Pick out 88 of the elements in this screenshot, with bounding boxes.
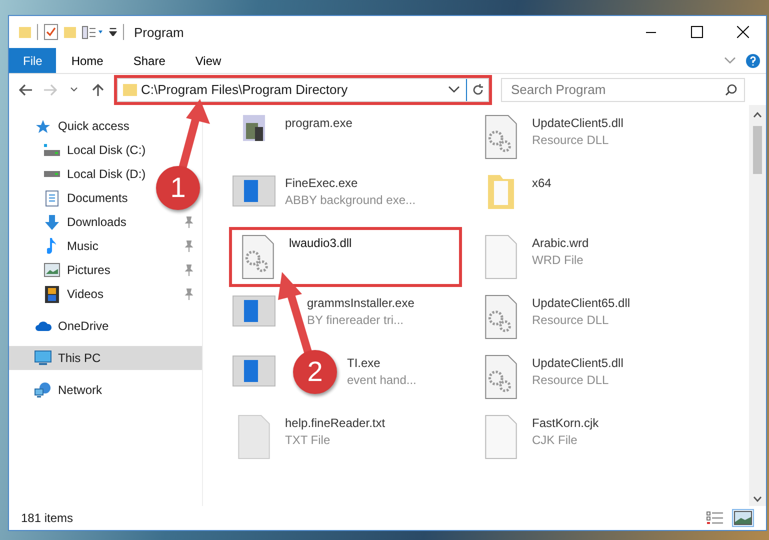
close-icon xyxy=(737,26,749,38)
file-type: Resource DLL xyxy=(532,313,610,327)
details-view-button[interactable] xyxy=(704,509,726,527)
file-menu-tab[interactable]: File xyxy=(9,48,56,73)
folder-icon xyxy=(488,175,514,209)
sidebar-item[interactable]: Pictures xyxy=(9,258,118,282)
file-icon xyxy=(485,235,517,279)
help-icon[interactable] xyxy=(746,54,760,68)
gears-file-icon xyxy=(485,295,517,339)
forward-arrow-icon xyxy=(43,84,57,96)
file-type: Resource DLL xyxy=(532,373,610,387)
sidebar-item[interactable]: Quick access xyxy=(9,114,202,138)
file-name[interactable]: Arabic.wrd xyxy=(532,236,589,250)
network-icon xyxy=(34,382,52,398)
file-name[interactable]: TI.exe xyxy=(347,356,416,370)
search-icon[interactable] xyxy=(725,84,737,96)
item-count: 181 items xyxy=(21,511,74,525)
sidebar-item[interactable]: Local Disk (D:) xyxy=(9,162,154,186)
file-name[interactable]: UpdateClient5.dll xyxy=(532,356,624,370)
pin-icon[interactable] xyxy=(184,216,194,228)
sidebar-item[interactable]: Local Disk (C:) xyxy=(9,138,154,162)
window-icon xyxy=(232,295,276,327)
file-type: Resource DLL xyxy=(532,133,610,147)
large-icons-view-button[interactable] xyxy=(732,509,754,527)
file-name[interactable]: UpdateClient65.dll xyxy=(532,296,630,310)
file-name[interactable]: FineExec.exe xyxy=(285,176,416,190)
sidebar-item[interactable]: Downloads xyxy=(9,210,134,234)
star-icon xyxy=(36,120,50,132)
properties-icon[interactable] xyxy=(82,26,103,38)
gears-file-icon xyxy=(485,355,517,399)
refresh-icon xyxy=(472,84,484,96)
checkmark-icon[interactable] xyxy=(44,24,58,40)
sidebar-item[interactable]: Network xyxy=(9,378,202,402)
down-arrow-icon xyxy=(45,214,59,230)
landscape-icon xyxy=(734,511,752,525)
sidebar-item[interactable]: Videos xyxy=(9,282,112,306)
pin-icon[interactable] xyxy=(184,264,194,276)
file-type: CJK File xyxy=(532,433,578,447)
search-field[interactable]: Search Program xyxy=(501,78,745,102)
file-type: ABBY background exe... xyxy=(285,193,416,207)
file-name[interactable]: lwaudio3.dll xyxy=(289,236,352,250)
scrollbar[interactable] xyxy=(749,105,766,506)
installer-icon xyxy=(243,115,265,141)
sidebar-item[interactable]: This PC xyxy=(9,346,202,370)
pin-icon[interactable] xyxy=(184,240,194,252)
drive-icon xyxy=(44,171,60,177)
file-type: TXT File xyxy=(285,433,332,447)
sidebar-item[interactable]: Music xyxy=(9,234,106,258)
monitor-icon xyxy=(34,350,52,366)
chevron-down-icon[interactable] xyxy=(448,86,460,93)
text-file-icon xyxy=(238,415,270,459)
drive-icon xyxy=(44,144,60,156)
sidebar-item[interactable]: OneDrive xyxy=(9,314,202,338)
gears-file-icon xyxy=(242,235,274,279)
film-icon xyxy=(45,286,59,302)
dropdown-icon[interactable] xyxy=(109,28,117,36)
window-title: Program xyxy=(134,24,184,40)
file-name[interactable]: FastKorn.cjk xyxy=(532,416,599,430)
file-name[interactable]: help.fineReader.txt xyxy=(285,416,386,430)
file-type: event hand... xyxy=(347,373,416,387)
picture-icon xyxy=(44,263,60,277)
music-note-icon xyxy=(47,238,57,254)
ribbon-tab[interactable]: View xyxy=(180,48,236,73)
ribbon-tab[interactable]: Home xyxy=(56,48,118,73)
chevron-up-icon xyxy=(753,112,762,118)
ribbon-tab[interactable]: Share xyxy=(118,48,180,73)
scroll-thumb[interactable] xyxy=(753,126,762,174)
file-name[interactable]: x64 xyxy=(532,176,552,190)
file-type: WRD File xyxy=(532,253,584,267)
gears-file-icon xyxy=(485,115,517,159)
file-name[interactable]: program.exe xyxy=(285,116,352,130)
back-arrow-icon xyxy=(19,84,33,96)
list-icon xyxy=(706,511,724,525)
folder-icon xyxy=(123,84,137,96)
pin-icon[interactable] xyxy=(184,288,194,300)
window-icon xyxy=(232,355,276,387)
document-icon xyxy=(45,190,59,206)
file-name[interactable]: UpdateClient5.dll xyxy=(532,116,624,130)
chevron-down-icon xyxy=(753,496,762,502)
window-icon xyxy=(232,175,276,207)
sidebar-item[interactable]: Documents xyxy=(9,186,136,210)
cloud-icon xyxy=(34,321,52,331)
up-arrow-icon xyxy=(92,82,104,96)
maximize-icon xyxy=(691,26,703,38)
file-type: BY finereader tri... xyxy=(307,313,404,327)
chevron-down-icon xyxy=(70,87,78,92)
file-name[interactable]: grammsInstaller.exe xyxy=(307,296,414,310)
file-icon xyxy=(485,415,517,459)
